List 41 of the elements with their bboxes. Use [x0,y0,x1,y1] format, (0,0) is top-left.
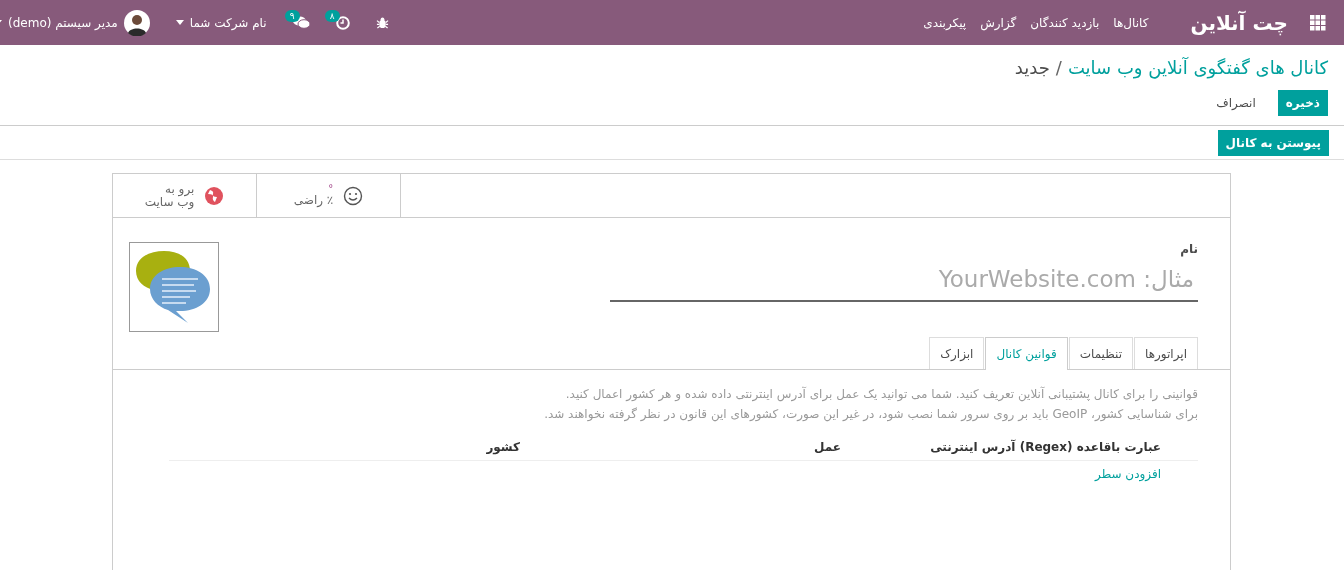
bug-icon[interactable] [375,16,389,29]
count-badge: ۸ [324,9,340,22]
breadcrumb-current: جدید [1014,56,1050,78]
stat-value: ° [328,184,334,194]
tab[interactable]: تنظیمات [1068,337,1134,369]
breadcrumb-link[interactable]: کانال های گفتگوی آنلاین وب سایت [1067,56,1328,78]
menu-item[interactable]: کانال‌ها [1113,15,1149,30]
name-input-field[interactable]: مثال: YourWebsite.com [610,260,1198,302]
breadcrumb-separator: / [1055,56,1062,78]
stat-label: وب سایت [144,195,195,209]
stat-label: ٪ راضی [293,194,334,207]
menu-item[interactable]: گزارش [980,15,1017,30]
caret-icon [175,20,184,25]
discard-button[interactable]: انصراف [1208,90,1264,116]
column-header: عبارت باقاعده (Regex) آدرس اینترنتی [929,440,1161,454]
user-name[interactable]: مدیر سیستم (demo) [8,15,118,30]
column-header: عمل [813,440,841,454]
tab[interactable]: قوانین کانال [985,337,1068,370]
menu-item[interactable]: بازدید کنندگان [1030,15,1100,30]
join-channel-button[interactable]: پیوستن به کانال [1217,129,1329,156]
tab[interactable]: اپراتورها [1134,337,1198,369]
website-stat-button[interactable]: برو به وب سایت [113,174,257,217]
chat-bubbles-icon[interactable] [129,242,219,332]
globe-icon [204,185,225,206]
help-text: برای شناسایی کشور، GeoIP باید بر روی سرور شما نصب شود، در غیر این صورت، کشورهای این قانون در نظر گرفته نخواهند شد. [543,406,1198,424]
field-label: نام [1179,242,1198,256]
avatar[interactable] [123,9,150,36]
add-line-link[interactable]: افزودن سطر [1095,467,1161,481]
stat-label: برو به [165,182,195,196]
company-switcher[interactable]: نام شرکت شما [175,15,267,30]
clock-icon[interactable] [335,15,350,30]
app-title: چت آنلاین [1190,10,1288,35]
save-button[interactable]: ذخیره [1277,90,1328,116]
tab[interactable]: ابزارک [929,337,985,369]
rating-stat-button[interactable]: ° ٪ راضی [257,174,401,217]
help-text: قوانینی را برای کانال پشتیبانی آنلاین تعریف کنید. شما می توانید یک عمل برای آدرس اینترنتی داده شده و هر کشور اعمال کنید. [564,385,1198,404]
smiley-icon [343,185,364,206]
column-header: کشور [485,440,520,454]
menu-item[interactable]: پیکربندی [923,15,967,30]
count-badge: ۹ [284,10,300,22]
apps-menu-icon[interactable] [1310,14,1326,31]
